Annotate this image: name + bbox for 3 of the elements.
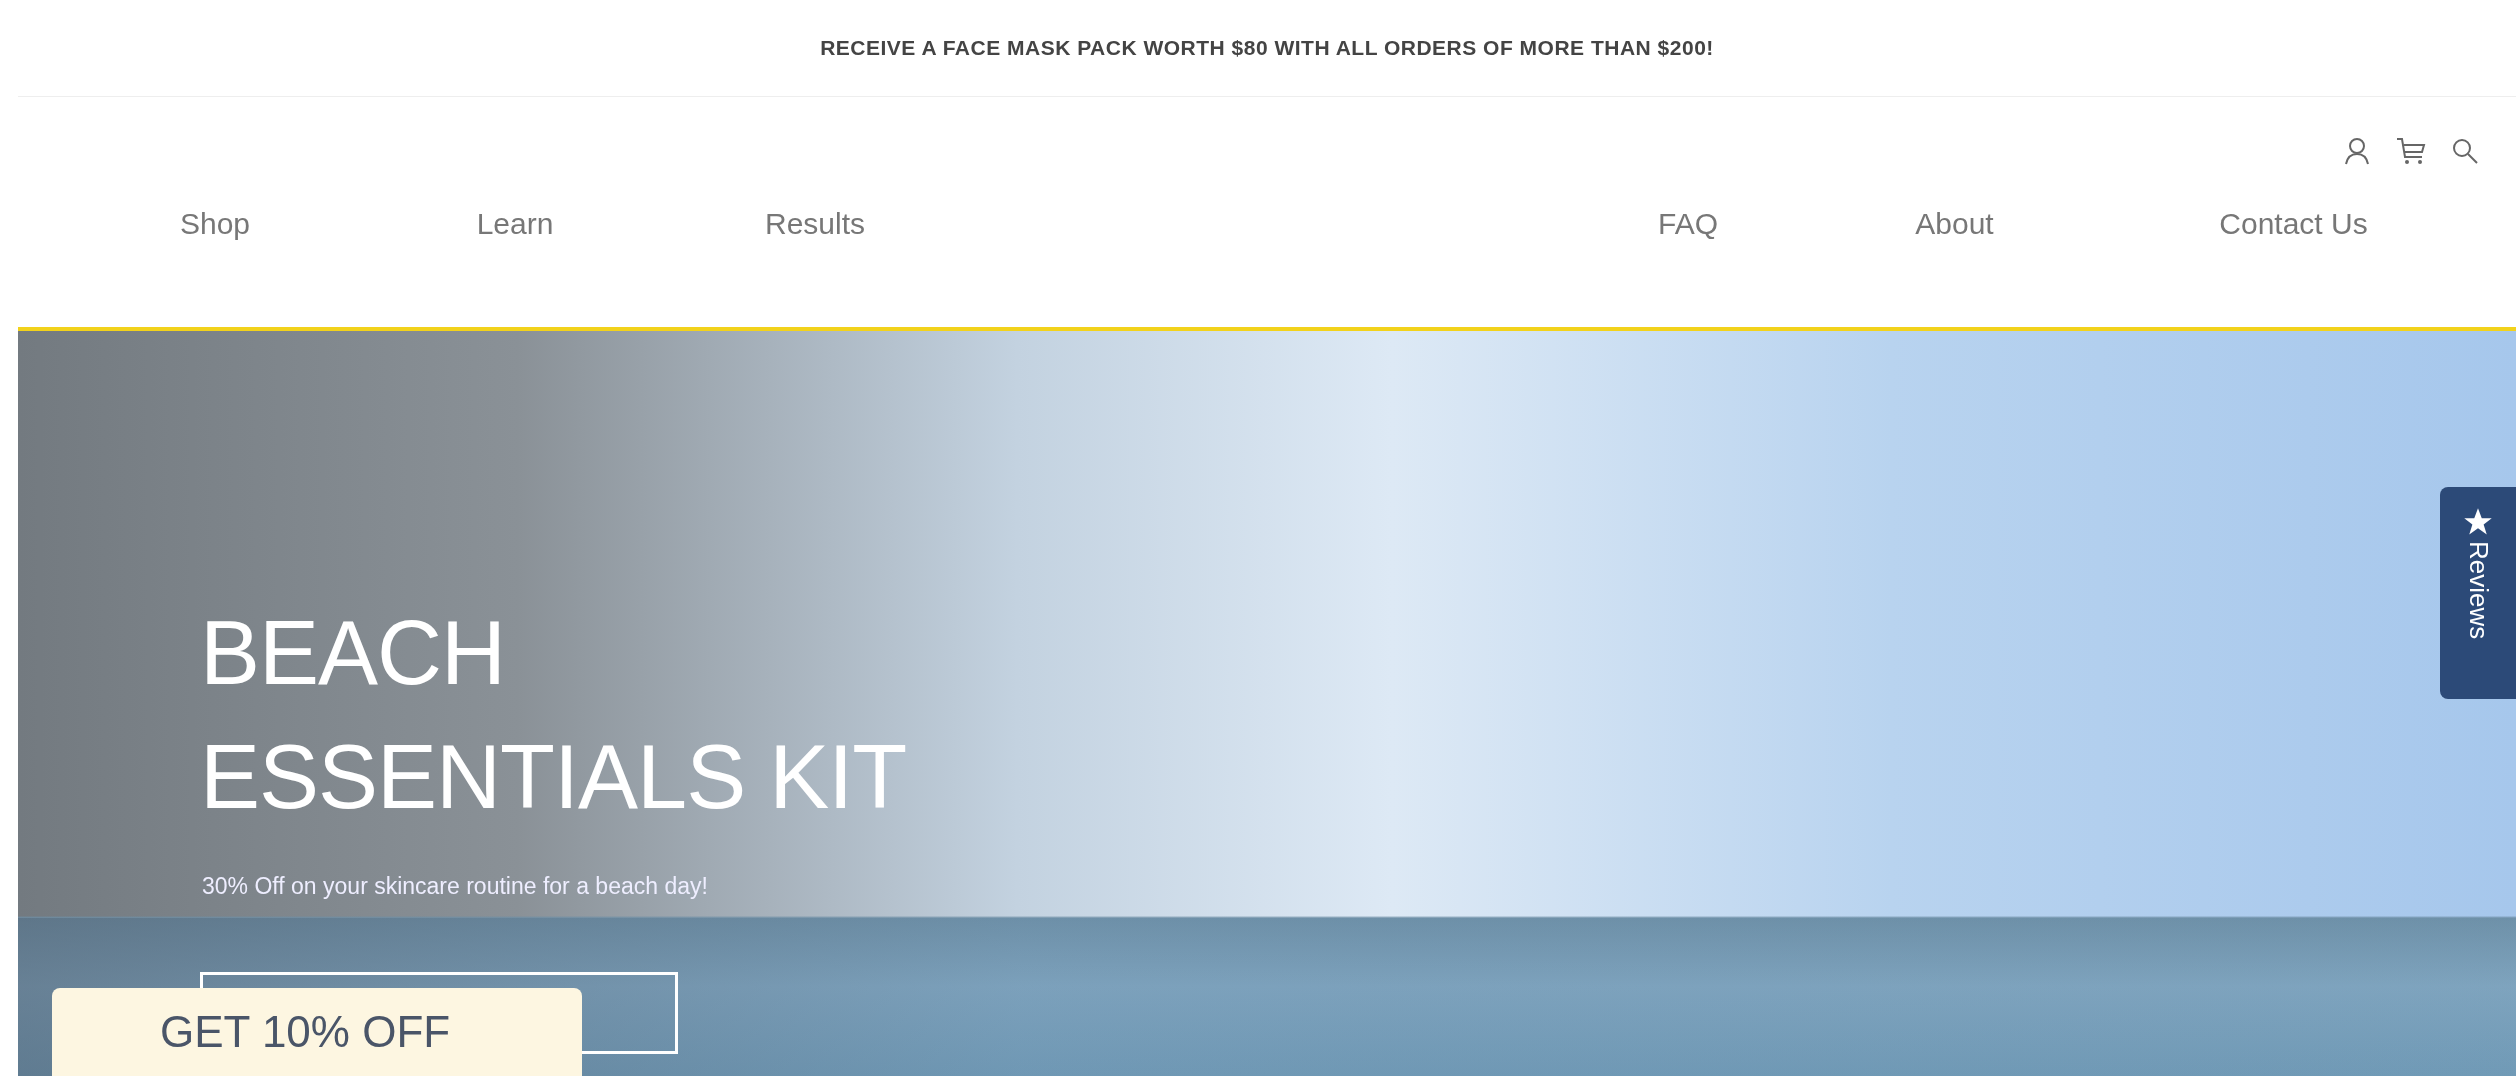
hero-subtitle: 30% Off on your skincare routine for a beach day! [202, 873, 708, 900]
announcement-text: RECEIVE A FACE MASK PACK WORTH $80 WITH ALL ORDERS OF MORE THAN $200! [820, 36, 1714, 60]
hero-title: BEACH ESSENTIALS KIT [200, 602, 907, 829]
